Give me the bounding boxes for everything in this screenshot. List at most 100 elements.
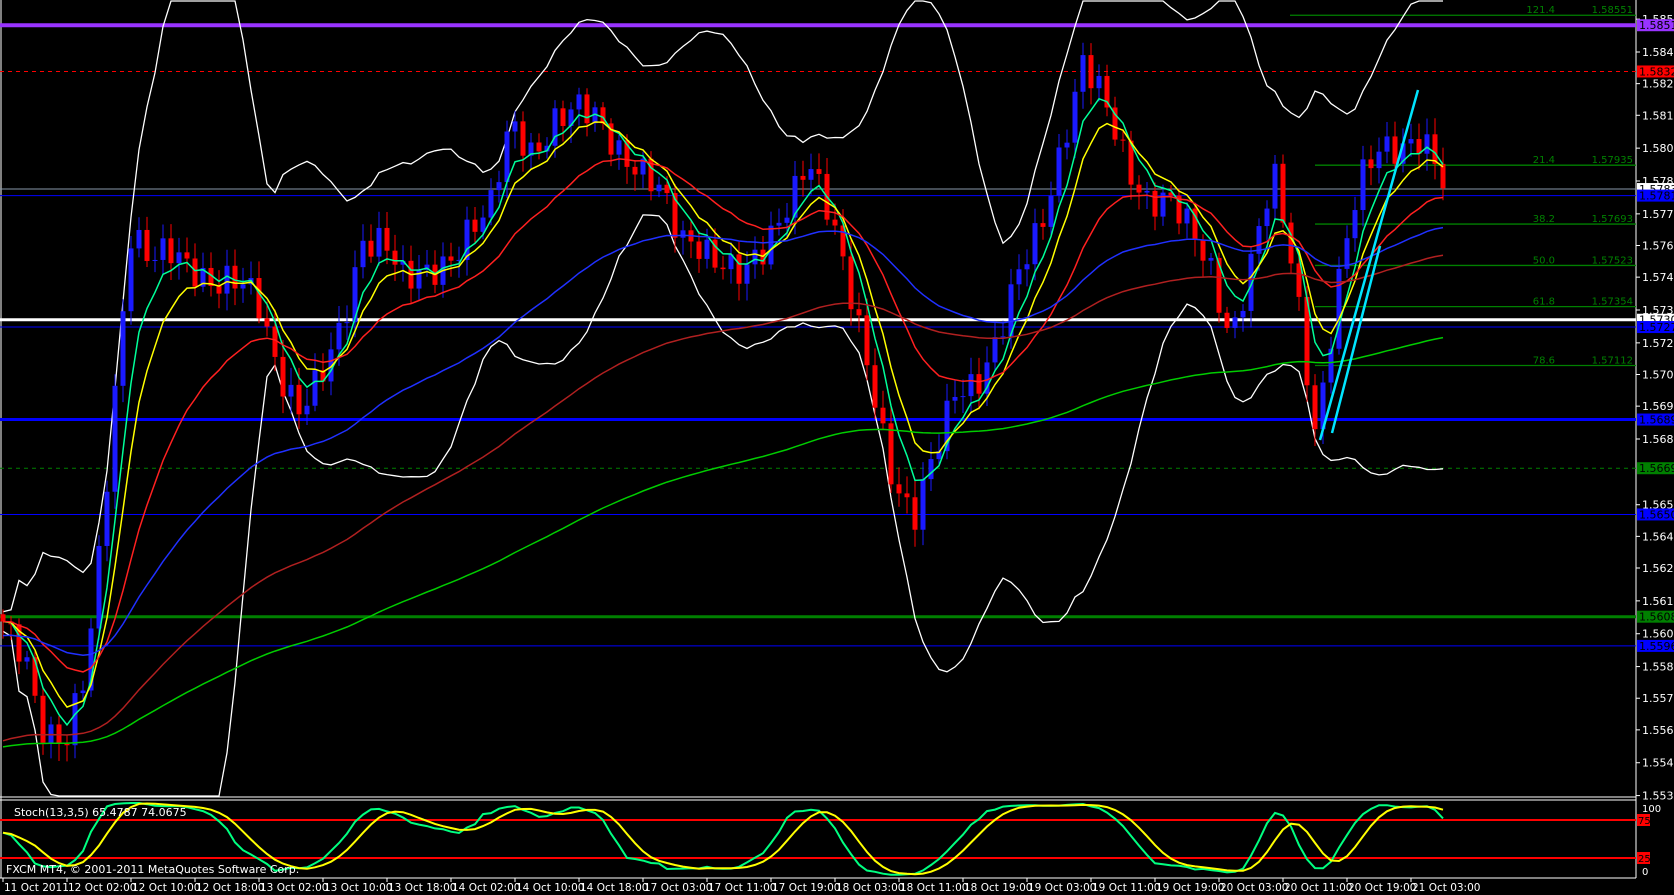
candle-body [48, 724, 54, 743]
candle-body [1136, 184, 1142, 193]
candle-body [376, 227, 382, 257]
candle-body [1352, 210, 1358, 239]
fib-level-percent: 78.6 [1533, 355, 1555, 366]
time-tick-label: 18 Oct 11:00 [900, 882, 968, 894]
stoch-level-label: 75 [1638, 816, 1651, 827]
stoch-scale-100: 100 [1642, 804, 1661, 815]
candle-body [224, 265, 230, 294]
candle-body [1312, 385, 1318, 430]
candle-body [368, 240, 374, 257]
price-tick-label: 1.56010 [1642, 628, 1674, 641]
candle-body [448, 256, 454, 261]
candle-body [1000, 336, 1006, 338]
candle-body [808, 169, 814, 180]
candle-body [632, 166, 638, 175]
candle-body [560, 108, 566, 126]
candle-body [312, 370, 318, 406]
candle-body [1408, 139, 1414, 144]
candle-body [232, 265, 238, 289]
candle-body [288, 384, 294, 397]
candle-body [656, 184, 662, 192]
price-chart[interactable]: 121.4 1.58551 21.4 1.57935 38.2 1.57693 50.0 1.… [0, 0, 1674, 895]
time-tick-label: 13 Oct 18:00 [388, 882, 456, 894]
candle-body [40, 695, 46, 743]
time-tick-label: 14 Oct 02:00 [452, 882, 520, 894]
time-tick-label: 19 Oct 11:00 [1092, 882, 1160, 894]
candle-body [896, 484, 902, 494]
time-tick-label: 18 Oct 03:00 [836, 882, 904, 894]
candle-body [1144, 190, 1150, 193]
candle-body [128, 248, 134, 312]
fib-level-price: 1.57693 [1592, 214, 1633, 225]
candle-body [472, 219, 478, 232]
price-tick-label: 1.55745 [1642, 692, 1674, 705]
candle-body [1096, 75, 1102, 89]
candle-body [136, 229, 142, 249]
candle-body [512, 121, 518, 132]
candle-body [1384, 136, 1390, 152]
candle-body [1184, 208, 1190, 224]
candle-body [1288, 222, 1294, 264]
candle-body [872, 365, 878, 408]
candle-body [160, 238, 166, 260]
time-tick-label: 19 Oct 03:00 [1028, 882, 1096, 894]
candle-body [64, 743, 70, 746]
candle-body [1376, 151, 1382, 169]
candle-body [1208, 257, 1214, 261]
candle-body [264, 318, 270, 327]
candle-body [1224, 312, 1230, 328]
candle-body [256, 278, 262, 319]
candle-body [816, 169, 822, 174]
price-line-label: 1.58510 [1639, 19, 1674, 32]
fib-level-price: 1.57354 [1592, 297, 1633, 308]
fib-level-price: 1.57112 [1592, 355, 1633, 366]
candle-body [1272, 163, 1278, 209]
fib-level-price: 1.57935 [1592, 155, 1633, 166]
candle-body [184, 252, 190, 259]
candle-body [576, 94, 582, 110]
candle-body [240, 284, 246, 289]
candle-body [696, 241, 702, 259]
price-tick-label: 1.58400 [1642, 46, 1674, 59]
time-tick-label: 21 Oct 03:00 [1412, 882, 1480, 894]
candle-body [216, 285, 222, 294]
candle-body [784, 217, 790, 223]
candle-body [192, 258, 198, 287]
candle-body [1024, 264, 1030, 270]
candle-body [904, 493, 910, 498]
candle-body [1264, 208, 1270, 227]
stoch-scale-0: 0 [1642, 867, 1648, 878]
fib-level-price: 1.58551 [1592, 5, 1633, 16]
time-tick-label: 12 Oct 18:00 [196, 882, 264, 894]
price-tick-label: 1.57475 [1642, 271, 1674, 284]
time-tick-label: 19 Oct 19:00 [1156, 882, 1224, 894]
price-tick-label: 1.56945 [1642, 400, 1674, 413]
price-tick-label: 1.55345 [1642, 790, 1674, 803]
stoch-level-label: 25 [1638, 854, 1651, 865]
time-tick-label: 12 Oct 02:00 [68, 882, 136, 894]
candle-body [1072, 91, 1078, 143]
price-tick-label: 1.58005 [1642, 142, 1674, 155]
candle-body [1336, 268, 1342, 349]
candle-body [1368, 159, 1374, 169]
candle-body [752, 249, 758, 265]
price-tick-label: 1.55875 [1642, 661, 1674, 674]
fib-level-percent: 38.2 [1533, 214, 1555, 225]
candle-body [280, 356, 286, 397]
candle-body [1016, 269, 1022, 285]
candle-body [1440, 163, 1446, 189]
candle-body [1120, 139, 1126, 141]
candle-body [616, 140, 622, 155]
candle-body [72, 693, 78, 746]
candle-body [96, 545, 102, 629]
candle-body [952, 396, 958, 401]
candle-body [24, 657, 30, 662]
candle-body [1392, 136, 1398, 164]
candle-body [920, 479, 926, 530]
candle-body [520, 121, 526, 156]
candle-body [1432, 134, 1438, 164]
candle-body [1232, 317, 1238, 328]
candle-body [504, 131, 510, 183]
candle-body [960, 396, 966, 398]
stoch-label: Stoch(13,3,5) 65.4787 74.0675 [14, 806, 187, 819]
